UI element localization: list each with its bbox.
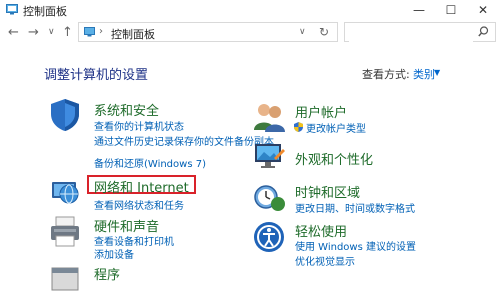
forward-button[interactable]: → bbox=[28, 25, 39, 40]
uac-shield-icon bbox=[294, 122, 303, 132]
link-optimize-visual-display[interactable]: 优化视觉显示 bbox=[295, 253, 355, 268]
breadcrumb-separator: › bbox=[99, 26, 103, 37]
window-title: 控制面板 bbox=[23, 5, 67, 18]
view-by-label: 查看方式: bbox=[362, 68, 410, 81]
minimize-button[interactable]: — bbox=[404, 0, 434, 20]
link-view-network-status[interactable]: 查看网络状态和任务 bbox=[94, 197, 184, 212]
link-view-computer-status[interactable]: 查看你的计算机状态 bbox=[94, 118, 184, 133]
category-user-accounts[interactable]: 用户帐户 bbox=[295, 102, 347, 121]
programs-icon[interactable] bbox=[48, 262, 82, 296]
view-by-dropdown[interactable]: 类别 bbox=[413, 66, 435, 82]
link-backup-restore[interactable]: 备份和还原(Windows 7) bbox=[94, 155, 206, 170]
link-windows-recommended-settings[interactable]: 使用 Windows 建议的设置 bbox=[295, 238, 416, 253]
clock-region-icon[interactable] bbox=[252, 180, 286, 214]
system-security-shield-icon[interactable] bbox=[48, 98, 82, 132]
link-change-date-time-format[interactable]: 更改日期、时间或数字格式 bbox=[295, 200, 415, 215]
category-appearance[interactable]: 外观和个性化 bbox=[295, 149, 373, 168]
close-button[interactable]: ✕ bbox=[468, 0, 498, 20]
title-bar: 控制面板 — ☐ ✕ bbox=[0, 0, 500, 20]
page-heading: 调整计算机的设置 bbox=[44, 68, 149, 83]
address-dropdown-button[interactable]: ∨ bbox=[299, 27, 306, 37]
control-panel-breadcrumb-icon bbox=[84, 27, 95, 37]
refresh-button[interactable]: ↻ bbox=[319, 25, 329, 39]
control-panel-app-icon bbox=[6, 4, 18, 15]
link-add-device[interactable]: 添加设备 bbox=[94, 246, 134, 261]
address-bar[interactable]: › 控制面板 ∨ ↻ bbox=[78, 22, 338, 42]
link-file-history-backup[interactable]: 通过文件历史记录保存你的文件备份副本 bbox=[94, 133, 274, 148]
link-change-account-type[interactable]: 更改帐户类型 bbox=[306, 120, 366, 135]
search-icon[interactable] bbox=[478, 26, 489, 37]
view-by-chevron-icon[interactable]: ▼ bbox=[434, 68, 440, 77]
ease-of-access-icon[interactable] bbox=[252, 220, 286, 254]
appearance-monitor-icon[interactable] bbox=[252, 140, 286, 174]
category-clock-region[interactable]: 时钟和区域 bbox=[295, 182, 360, 201]
category-programs[interactable]: 程序 bbox=[94, 264, 120, 283]
recent-locations-button[interactable]: ∨ bbox=[48, 27, 55, 37]
search-input[interactable] bbox=[349, 25, 473, 44]
hardware-printer-icon[interactable] bbox=[48, 214, 82, 248]
search-box[interactable] bbox=[344, 22, 496, 44]
network-globe-icon[interactable] bbox=[48, 174, 82, 208]
user-accounts-icon[interactable] bbox=[252, 100, 286, 134]
back-button[interactable]: ← bbox=[8, 25, 19, 40]
category-network-internet[interactable]: 网络和 Internet bbox=[94, 177, 189, 196]
category-system-security[interactable]: 系统和安全 bbox=[94, 100, 159, 119]
breadcrumb-control-panel[interactable]: 控制面板 bbox=[111, 26, 155, 42]
maximize-button[interactable]: ☐ bbox=[436, 0, 466, 20]
up-button[interactable]: ↑ bbox=[62, 25, 73, 40]
